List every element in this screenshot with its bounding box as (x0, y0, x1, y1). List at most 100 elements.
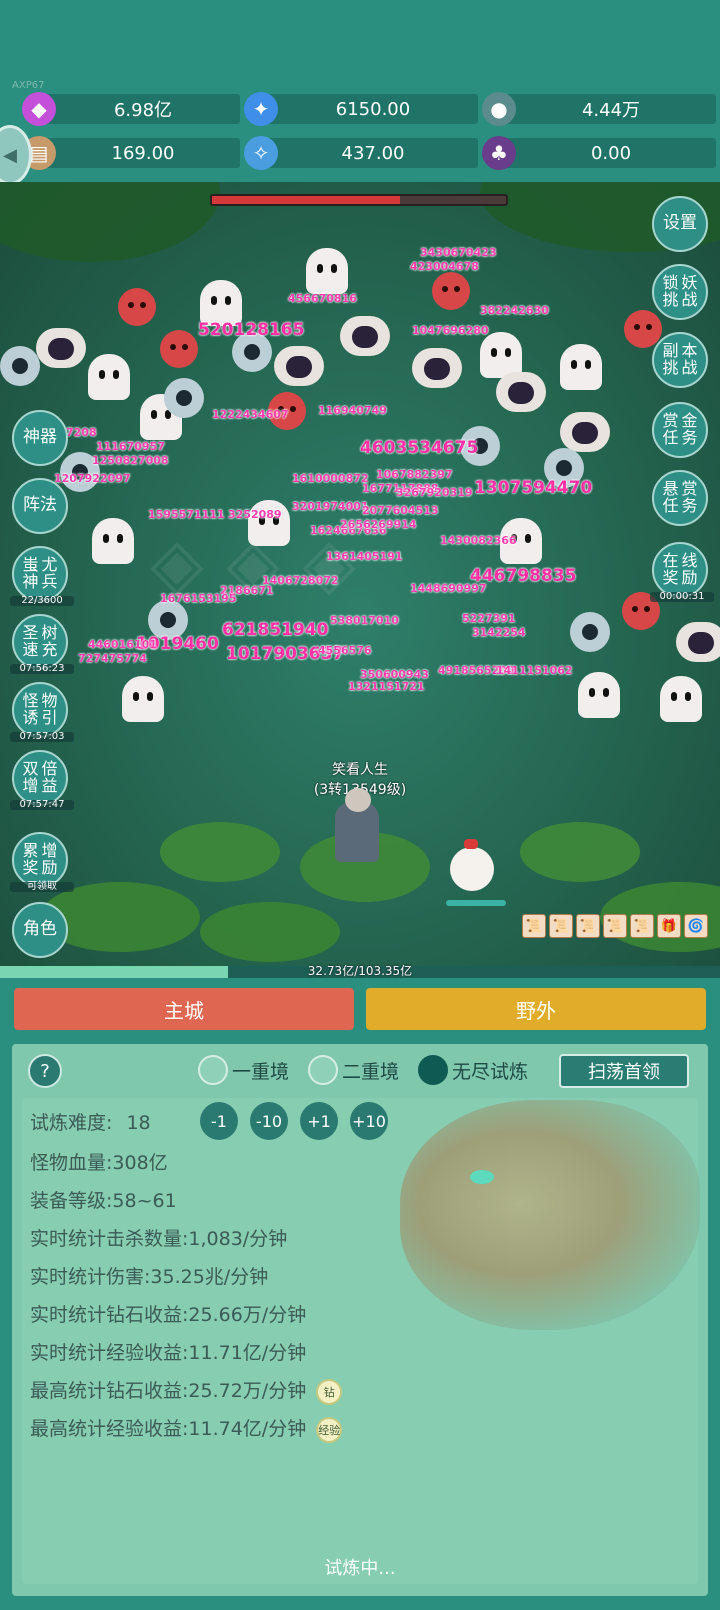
item-slot[interactable]: 📜 (522, 914, 546, 938)
resource-diamond: ◆ 6.98亿 (22, 92, 240, 126)
damage-number: 116940749 (318, 404, 387, 417)
formation-button[interactable]: 阵法 (12, 478, 68, 534)
main-city-button[interactable]: 主城 (14, 988, 354, 1030)
damage-number: 1047696280 (412, 324, 489, 337)
stat-label: 最高统计钻石收益: (30, 1380, 189, 1402)
sheep-monster (496, 372, 546, 412)
bounty-quest-label: 赏金任务 (662, 411, 698, 447)
damage-number: 538017010 (330, 614, 399, 627)
dungeon-challenge-button[interactable]: 副本挑战 (652, 332, 708, 388)
damage-number: 3201974001 (292, 500, 369, 513)
damage-number: 1222434607 (212, 408, 289, 421)
difficulty-label: 试炼难度: (30, 1112, 113, 1134)
item-slot[interactable]: 🌀 (684, 914, 708, 938)
sheep-monster (560, 412, 610, 452)
field-button[interactable]: 野外 (366, 988, 706, 1030)
item-slot[interactable]: 📜 (603, 914, 627, 938)
mode-option-1-label: 一重境 (232, 1060, 290, 1083)
purple-pouch-icon: ♣ (482, 136, 516, 170)
damage-number: 423004678 (410, 260, 479, 273)
item-slot[interactable]: 📜 (630, 914, 654, 938)
artifact-button[interactable]: 神器 (12, 410, 68, 466)
bounty-quest-button[interactable]: 赏金任务 (652, 402, 708, 458)
difficulty-plus-10-button[interactable]: +10 (350, 1102, 388, 1140)
resource-crystal: ✦ 6150.00 (244, 92, 478, 126)
damage-number: 727475774 (78, 652, 147, 665)
damage-number: 1430082366 (440, 534, 517, 547)
character-button[interactable]: 角色 (12, 902, 68, 958)
damage-number: 111670957 (96, 440, 165, 453)
speaker-icon[interactable]: ◀ (0, 125, 32, 185)
formation-label: 阵法 (23, 495, 57, 516)
trial-status: 试炼中... (324, 1558, 396, 1579)
dungeon-challenge-label: 副本挑战 (662, 341, 698, 377)
damage-number: 3252089 (228, 508, 282, 521)
red-imp-monster (432, 272, 470, 310)
chiyou-weapon-label: 蚩尤神兵 (22, 555, 58, 591)
settings-label: 设置 (663, 213, 697, 234)
radio-selected-icon (418, 1055, 448, 1085)
cumulative-reward-label: 累增奖励 (22, 841, 58, 877)
item-slot[interactable]: 📜 (549, 914, 573, 938)
damage-number: 4556576 (318, 644, 372, 657)
player-character (335, 788, 379, 862)
demon-lock-challenge-button[interactable]: 锁妖挑战 (652, 264, 708, 320)
cumulative-reward-button[interactable]: 累增奖励 可领取 (10, 832, 74, 892)
stat-value: 58~61 (112, 1190, 177, 1212)
resource-crystal-value: 6150.00 (335, 98, 411, 120)
eyeball-monster (570, 612, 610, 652)
difficulty-minus-1-button[interactable]: -1 (200, 1102, 238, 1140)
red-imp-monster (624, 310, 662, 348)
ghost-monster (560, 344, 602, 390)
stat-row-monster-hp: 怪物血量:308亿 (30, 1148, 168, 1175)
stat-label: 怪物血量: (30, 1152, 113, 1174)
stat-label: 实时统计钻石收益: (30, 1304, 189, 1326)
battle-scene[interactable]: ◈ ◈ ◈ 520128165 4603534675 1307594470 44… (0, 182, 720, 972)
item-slot[interactable]: 📜 (576, 914, 600, 938)
difficulty-plus-1-button[interactable]: +1 (300, 1102, 338, 1140)
damage-number: 621851940 (222, 620, 329, 640)
damage-number: 3142254 (472, 626, 526, 639)
damage-number: 1411151062 (496, 664, 573, 677)
ghost-monster (660, 676, 702, 722)
item-slot[interactable]: 🎁 (657, 914, 681, 938)
damage-number: 1207922097 (54, 472, 131, 485)
sacred-tree-button[interactable]: 圣树速充 07:56:23 (10, 614, 74, 674)
ghost-monster (122, 676, 164, 722)
damage-number: 3430670423 (420, 246, 497, 259)
double-buff-button[interactable]: 双倍增益 07:57:47 (10, 750, 74, 810)
sweep-boss-button[interactable]: 扫荡首领 (559, 1054, 689, 1088)
mode-option-1[interactable]: 一重境 (198, 1054, 289, 1086)
difficulty-minus-10-button[interactable]: -10 (250, 1102, 288, 1140)
mode-option-2[interactable]: 二重境 (308, 1054, 399, 1086)
reward-quest-button[interactable]: 悬赏任务 (652, 470, 708, 526)
damage-number: 3267920319 (396, 486, 473, 499)
ghost-monster (92, 518, 134, 564)
resource-bar: AXP67 ◆ 6.98亿 ✦ 6150.00 ● 4.44万 ▤ 169.00… (0, 0, 720, 185)
stat-row-exp-income: 实时统计经验收益:11.71亿/分钟 (30, 1338, 306, 1365)
boss-hp-bar (210, 194, 508, 206)
settings-button[interactable]: 设置 (652, 196, 708, 252)
damage-number: 7208 (66, 426, 97, 439)
monster-lure-button[interactable]: 怪物诱引 07:57:03 (10, 682, 74, 742)
red-imp-monster (118, 288, 156, 326)
red-imp-monster (160, 330, 198, 368)
damage-number: 520128165 (198, 320, 305, 340)
sheep-monster (412, 348, 462, 388)
stat-label: 实时统计经验收益: (30, 1342, 189, 1364)
eyeball-monster (164, 378, 204, 418)
stat-label: 实时统计击杀数量: (30, 1228, 189, 1250)
bush (160, 822, 280, 882)
damage-number: 1067882397 (376, 468, 453, 481)
help-button[interactable]: ? (28, 1054, 62, 1088)
chiyou-weapon-button[interactable]: 蚩尤神兵 22/3600 (10, 546, 74, 606)
stat-row-kills: 实时统计击杀数量:1,083/分钟 (30, 1224, 287, 1251)
stat-row-max-exp-income: 最高统计经验收益:11.74亿/分钟 经验 (30, 1414, 343, 1443)
double-buff-timer: 07:57:47 (10, 799, 74, 810)
stat-value: 25.66万/分钟 (188, 1304, 307, 1326)
mode-option-endless[interactable]: 无尽试炼 (418, 1054, 528, 1086)
resource-pouch-value: 0.00 (590, 142, 632, 164)
stat-row-max-diamond-income: 最高统计钻石收益:25.72万/分钟钻 (30, 1376, 343, 1405)
tiger-illustration (400, 1100, 700, 1330)
online-reward-button[interactable]: 在线奖励 00:00:31 (650, 542, 714, 602)
